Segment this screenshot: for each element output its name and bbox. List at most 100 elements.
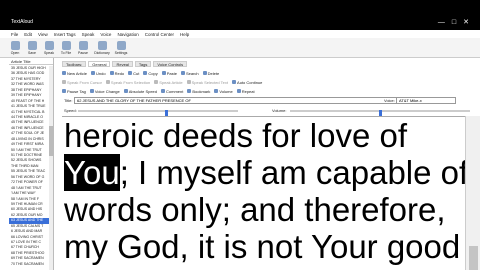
copy-button[interactable]: Copy xyxy=(143,71,158,76)
toolbar-button-label: Dictionary xyxy=(94,50,110,55)
speak-icon xyxy=(44,40,54,50)
article-list-item[interactable]: 49 THE FIRST MIRA xyxy=(9,142,49,147)
speak-button[interactable]: Speak xyxy=(42,40,56,55)
menu-insert-tags[interactable]: Insert Tags xyxy=(54,32,76,37)
article-list-scrollbar[interactable] xyxy=(49,66,53,270)
article-list-item[interactable]: 45 THE INFLUENCE xyxy=(9,120,49,125)
command-label: Speak Selected Text xyxy=(191,79,229,85)
cut-icon xyxy=(128,71,133,75)
tab-voice-controls[interactable]: Voice Controls xyxy=(153,61,188,67)
speed-slider[interactable] xyxy=(78,110,238,117)
article-list-scroll-thumb[interactable] xyxy=(49,126,53,156)
pause-icon xyxy=(78,40,88,50)
article-list-item[interactable]: 32 THE WORD WAS xyxy=(9,82,49,87)
voice-select[interactable] xyxy=(396,97,456,104)
comment-button[interactable]: Comment xyxy=(161,89,183,94)
article-list: 35 JESUS OUR HIGH 36 JESUS HAS GOD 37 THE … xyxy=(9,66,49,267)
dictionary-button[interactable]: Dictionary xyxy=(93,40,111,55)
slider-row: Speed: Volume: xyxy=(62,107,480,117)
menu-navigation[interactable]: Navigation xyxy=(117,32,138,37)
pause-tag-button[interactable]: Pause Tag xyxy=(62,89,86,94)
window-controls[interactable]: —□✕ xyxy=(438,18,476,26)
delete-button[interactable]: Delete xyxy=(202,70,220,76)
main-toolbar: Open Save Speak To File Pause Dictionary Setti… xyxy=(0,38,480,58)
menu-control-center[interactable]: Control Center xyxy=(145,32,174,37)
command-label: Speak From Selection xyxy=(110,79,151,85)
article-list-item[interactable]: 47 THE SOUL OF JE xyxy=(9,131,49,136)
menu-help[interactable]: Help xyxy=(180,32,189,37)
new-article-button[interactable]: New Article xyxy=(62,71,87,76)
command-row-tags: Pause Tag Voice Change Absolute Speed Comme… xyxy=(62,87,255,95)
article-list-item[interactable]: 69 THE SACRAMEN xyxy=(9,256,49,261)
command-label: Voice Change xyxy=(94,88,120,94)
document-scroll-thumb[interactable] xyxy=(469,246,478,270)
absolute-speed-button[interactable]: Absolute Speed xyxy=(123,89,157,94)
dictionary-icon xyxy=(97,40,107,50)
title-row: Title: Voice: xyxy=(62,97,480,104)
auto-continue-icon xyxy=(232,80,237,84)
to-file-icon xyxy=(61,40,71,50)
article-list-item[interactable]: 55 JESUS THE TEAC xyxy=(9,169,49,174)
article-list-item[interactable]: 70 THE SACRAMEN xyxy=(9,262,49,267)
settings-button[interactable]: Settings xyxy=(114,40,128,55)
volume-label: Volume: xyxy=(272,108,287,113)
tab-reveal[interactable]: Reveal xyxy=(112,61,133,67)
search-button[interactable]: Search xyxy=(180,70,199,76)
menu-edit[interactable]: Edit xyxy=(24,32,32,37)
command-label: Paste xyxy=(166,70,177,76)
repeat-button[interactable]: Repeat xyxy=(236,88,255,94)
cut-button[interactable]: Cut xyxy=(128,71,139,76)
paste-button[interactable]: Paste xyxy=(161,70,177,76)
speak-from-cursor-button[interactable]: Speak From Cursor xyxy=(62,80,102,85)
bookmark-button[interactable]: Bookmark xyxy=(187,89,210,94)
document-text-area[interactable]: heroic deeds for love of You; I myself am… xyxy=(62,116,465,270)
menu-file[interactable]: File xyxy=(11,32,18,37)
line-text: heroic deeds for love of xyxy=(64,117,408,154)
speak-article-button[interactable]: Speak Article xyxy=(154,79,183,85)
volume-button[interactable]: Volume xyxy=(214,89,233,94)
command-label: Delete xyxy=(207,70,220,76)
toolbar-tabs: Toolbars: General Reveal Tags Voice Controls xyxy=(62,61,188,67)
document-scrollbar[interactable] xyxy=(465,116,480,270)
document-line: words only; and therefore, xyxy=(62,191,465,228)
tab-tags[interactable]: Tags xyxy=(134,61,152,67)
menu-speak[interactable]: Speak xyxy=(82,32,95,37)
to-file-button[interactable]: To File xyxy=(59,40,73,55)
speed-label: Speed: xyxy=(64,108,77,113)
menu-view[interactable]: View xyxy=(38,32,48,37)
command-label: Repeat xyxy=(241,88,255,94)
undo-icon xyxy=(91,71,96,75)
toolbar-button-label: Save xyxy=(28,50,36,55)
menu-voice[interactable]: Voice xyxy=(100,32,111,37)
pause-button[interactable]: Pause xyxy=(76,40,90,55)
document-line: You; I myself am capable of xyxy=(62,154,465,191)
save-button[interactable]: Save xyxy=(25,40,39,55)
redo-button[interactable]: Redo xyxy=(109,71,124,76)
redo-icon xyxy=(109,71,114,75)
speak-selected-text-icon xyxy=(186,80,191,84)
command-label: New Article xyxy=(67,70,88,76)
title-label: Title: xyxy=(64,98,73,103)
command-label: Pause Tag xyxy=(67,88,86,94)
voice-change-button[interactable]: Voice Change xyxy=(89,88,120,94)
command-label: Speak Article xyxy=(159,79,183,85)
pause-tag-icon xyxy=(62,89,66,93)
open-button[interactable]: Open xyxy=(8,40,22,55)
auto-continue-button[interactable]: Auto Continue xyxy=(232,80,262,85)
speak-from-selection-button[interactable]: Speak From Selection xyxy=(105,79,151,85)
tab-general[interactable]: General xyxy=(88,61,111,67)
undo-button[interactable]: Undo xyxy=(91,71,106,76)
absolute-speed-icon xyxy=(123,89,128,93)
title-input[interactable] xyxy=(74,97,432,104)
article-list-item[interactable]: 41 JESUS THE TRUE xyxy=(9,104,49,109)
comment-icon xyxy=(161,89,166,93)
speak-selected-text-button[interactable]: Speak Selected Text xyxy=(186,79,229,85)
article-list-item[interactable]: 63 JESUS AND THE xyxy=(9,218,49,224)
search-icon xyxy=(180,71,185,75)
volume-slider[interactable] xyxy=(290,110,470,117)
settings-icon xyxy=(116,40,126,50)
delete-icon xyxy=(202,71,207,75)
toolbar-button-label: Open xyxy=(10,50,20,55)
command-label: Search xyxy=(185,70,199,76)
voice-label: Voice: xyxy=(384,98,395,103)
